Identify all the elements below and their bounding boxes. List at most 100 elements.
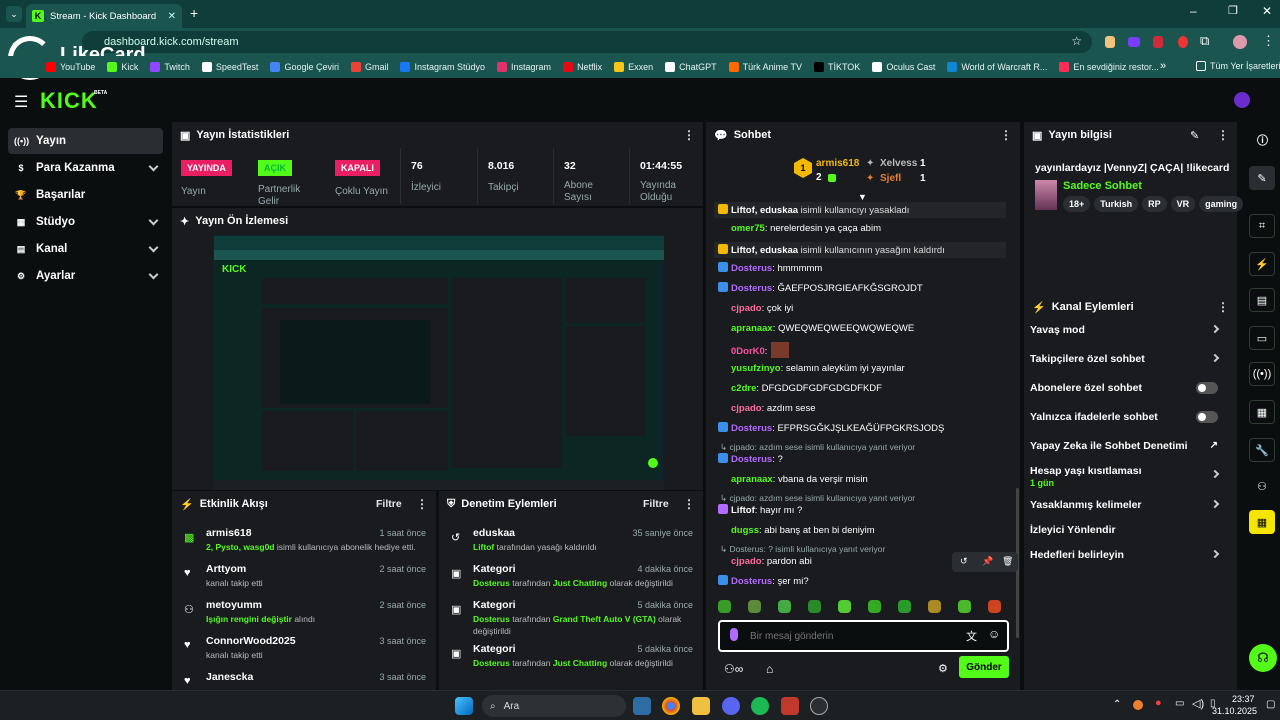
volume-icon[interactable]: ◁) xyxy=(1192,697,1204,710)
chat-rail-button[interactable]: ▭ xyxy=(1249,326,1275,350)
mic-tray-icon[interactable]: ● xyxy=(1155,697,1162,709)
browser-menu-icon[interactable]: ⋮ xyxy=(1262,33,1275,49)
chat-settings-icon[interactable]: ⚙ xyxy=(938,662,948,675)
chat-username[interactable]: apranaax xyxy=(731,474,773,485)
microphone-icon[interactable] xyxy=(730,628,738,641)
moderation-filter-button[interactable]: Filtre xyxy=(643,498,669,510)
stream-tag[interactable]: VR xyxy=(1170,196,1196,212)
all-bookmarks[interactable]: Tüm Yer İşaretleri xyxy=(1190,61,1280,71)
minimize-icon[interactable]: – xyxy=(1190,4,1197,18)
moderation-actor[interactable]: Dosterus xyxy=(473,578,510,588)
extension-icon[interactable] xyxy=(1105,36,1115,48)
emote-icon[interactable] xyxy=(958,600,971,613)
extension-icon[interactable] xyxy=(1178,36,1188,48)
moderation-actor[interactable]: Dosterus xyxy=(473,658,510,668)
clip-rail-button[interactable]: ⌗ xyxy=(1249,214,1275,238)
bookmark-item[interactable]: Türk Anime TV xyxy=(723,62,808,72)
emote-icon[interactable] xyxy=(778,600,791,613)
delete-icon[interactable]: 🗑 xyxy=(1002,556,1013,567)
chat-username[interactable]: apranaax xyxy=(731,323,773,334)
sidebar-item-settings[interactable]: ⚙ Ayarlar xyxy=(8,263,163,289)
chat-username[interactable]: cjpado xyxy=(731,556,762,567)
stream-tag[interactable]: 18+ xyxy=(1063,196,1091,212)
channel-action-item[interactable]: Yalnızca ifadelerle sohbet xyxy=(1030,411,1226,425)
windows-start-icon[interactable] xyxy=(455,697,473,715)
extension-icon[interactable] xyxy=(1153,36,1163,48)
browser-tab-active[interactable]: K Stream - Kick Dashboard ✕ xyxy=(26,4,182,28)
chat-username[interactable]: Liftof, eduskaa xyxy=(731,245,798,256)
chat-message-input[interactable] xyxy=(750,628,930,644)
notification-icon[interactable]: ▢ xyxy=(1266,699,1275,710)
bookmark-item[interactable]: Twitch xyxy=(144,62,196,72)
bookmark-item[interactable]: Google Çeviri xyxy=(264,62,345,72)
spotify-icon[interactable] xyxy=(751,697,769,715)
bookmark-item[interactable]: ChatGPT xyxy=(659,62,723,72)
moderation-menu-icon[interactable]: ⋮ xyxy=(683,497,695,511)
chat-username[interactable]: Dosterus xyxy=(731,283,772,294)
chat-username[interactable]: Dosterus xyxy=(731,423,772,434)
channel-action-item[interactable]: Yasaklanmış kelimeler xyxy=(1030,499,1226,513)
support-button[interactable]: ☊ xyxy=(1249,644,1277,672)
reply-icon[interactable]: ↺ xyxy=(960,556,968,567)
translate-icon[interactable]: 文 xyxy=(966,628,977,644)
group-rail-button[interactable]: ⚇ xyxy=(1249,474,1275,498)
category-thumbnail[interactable] xyxy=(1035,180,1057,210)
emote-icon[interactable] xyxy=(898,600,911,613)
hamburger-menu-icon[interactable]: ☰ xyxy=(14,92,28,112)
bookmark-item[interactable]: Kick xyxy=(101,62,144,72)
discord-icon[interactable] xyxy=(722,697,740,715)
toggle-switch[interactable] xyxy=(1196,382,1218,394)
chat-input-box[interactable]: 文 ☺ xyxy=(718,620,1009,652)
activity-username[interactable]: Janescka xyxy=(206,671,253,683)
sidebar-item-monetization[interactable]: $ Para Kazanma xyxy=(8,155,163,181)
calendar-rail-button[interactable]: ▦ xyxy=(1249,510,1275,534)
chat-username[interactable]: c2dre xyxy=(731,383,756,394)
clock-date[interactable]: 31.10.2025 xyxy=(1212,706,1257,716)
category-name[interactable]: Sadece Sohbet xyxy=(1063,180,1142,192)
activity-username[interactable]: Arttyom xyxy=(206,563,246,575)
profile-avatar[interactable] xyxy=(1233,35,1247,49)
chat-username[interactable]: Liftof xyxy=(731,505,755,516)
extension-icon[interactable] xyxy=(1128,37,1140,47)
bookmark-item[interactable]: Gmail xyxy=(345,62,395,72)
maximize-icon[interactable]: ❐ xyxy=(1228,4,1238,17)
bookmark-item[interactable]: Oculus Cast xyxy=(866,62,941,72)
bookmark-item[interactable]: Exxen xyxy=(608,62,659,72)
kicks-icon[interactable]: ⚇∞ xyxy=(724,662,743,676)
chat-username[interactable]: Liftof, eduskaa xyxy=(731,205,798,216)
bookmark-item[interactable]: YouTube xyxy=(40,62,101,72)
steam-icon[interactable] xyxy=(810,697,828,715)
stream-info-menu-icon[interactable]: ⋮ xyxy=(1217,128,1229,142)
bookmark-item[interactable]: Instagram xyxy=(491,62,557,72)
emote-icon[interactable] xyxy=(868,600,881,613)
bookmark-item[interactable]: Instagram Stüdyo xyxy=(394,62,491,72)
close-window-icon[interactable]: ✕ xyxy=(1262,4,1272,18)
app-icon[interactable] xyxy=(781,697,799,715)
tray-app-icon[interactable] xyxy=(1133,700,1143,710)
new-tab-icon[interactable]: + xyxy=(190,5,198,21)
chat-username[interactable]: omer75 xyxy=(731,223,765,234)
tray-overflow-icon[interactable]: ⌃ xyxy=(1113,699,1121,710)
pin-icon[interactable]: 📌 xyxy=(982,556,993,567)
activity-username[interactable]: armis618 xyxy=(206,527,252,539)
activity-filter-button[interactable]: Filtre xyxy=(376,498,402,510)
wrench-rail-button[interactable]: 🔧 xyxy=(1249,438,1275,462)
chat-username[interactable]: 0DorK0 xyxy=(731,346,765,357)
emoji-icon[interactable]: ☺ xyxy=(988,627,1000,641)
stats-menu-icon[interactable]: ⋮ xyxy=(683,128,695,142)
bookmark-item[interactable]: SpeedTest xyxy=(196,62,265,72)
chat-username[interactable]: cjpado xyxy=(731,303,762,314)
user-avatar[interactable] xyxy=(1234,92,1250,108)
stream-tag[interactable]: gaming xyxy=(1199,196,1244,212)
broadcast-rail-button[interactable]: ((•)) xyxy=(1249,362,1275,386)
stream-tag[interactable]: RP xyxy=(1142,196,1167,212)
chat-username[interactable]: Dosterus xyxy=(731,454,772,465)
activity-username[interactable]: metoyumm xyxy=(206,599,262,611)
info-rail-icon[interactable]: ⓘ xyxy=(1257,132,1268,148)
notes-rail-button[interactable]: ▤ xyxy=(1249,288,1275,312)
bookmark-item[interactable]: World of Warcraft R... xyxy=(941,62,1053,72)
channel-action-item[interactable]: Hedefleri belirleyin xyxy=(1030,549,1226,563)
activity-menu-icon[interactable]: ⋮ xyxy=(416,497,428,511)
address-bar[interactable]: dashboard.kick.com/stream ☆ xyxy=(82,31,1092,53)
emote-icon[interactable] xyxy=(748,600,761,613)
